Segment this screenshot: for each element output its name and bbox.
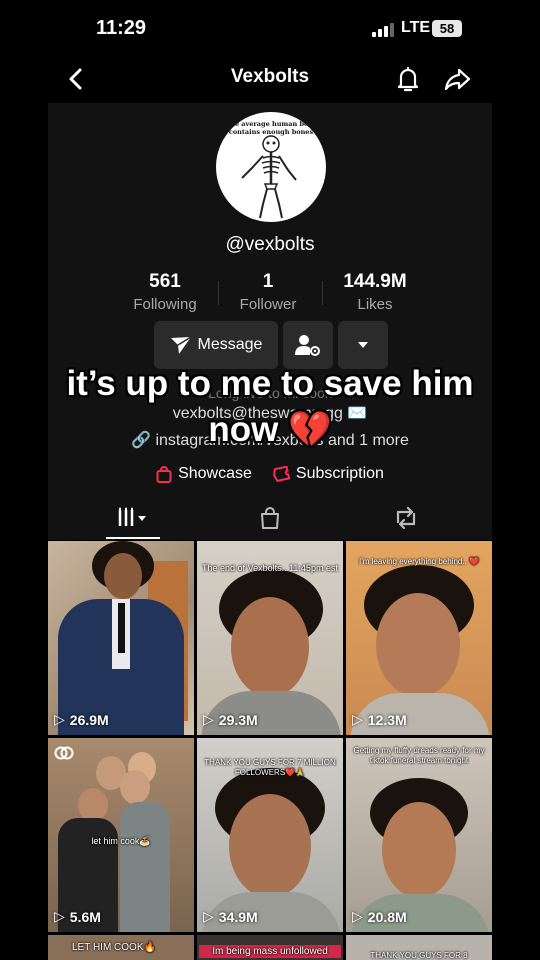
- play-icon: ▷: [54, 908, 65, 924]
- overlay-caption-line-2: now 💔: [208, 410, 332, 449]
- tab-active-indicator: [106, 537, 160, 539]
- overlay-caption-line-1: it’s up to me to save him: [66, 364, 474, 403]
- tie-graphic: [118, 603, 125, 653]
- video-thumbnail[interactable]: let him cook🍝 ▷ 5.6M: [48, 738, 194, 932]
- video-caption: LET HIM COOK🔥: [72, 942, 156, 953]
- stat-following[interactable]: 561 Following: [105, 271, 225, 313]
- view-count: ▷ 12.3M: [352, 711, 407, 728]
- video-caption: THANK YOU GUYS FOR 8: [370, 951, 468, 960]
- signal-icon: [372, 23, 394, 37]
- person-settings-icon: [295, 335, 320, 356]
- stat-likes[interactable]: 144.9M Likes: [315, 271, 435, 313]
- play-icon: ▷: [54, 711, 65, 727]
- video-grid: ▷ 26.9M The end of Vexbolts.. 11:45pm est…: [48, 541, 492, 960]
- profile-tabs: [48, 501, 492, 540]
- status-time: 11:29: [96, 17, 147, 39]
- showcase-label: Showcase: [178, 465, 252, 482]
- repost-badge-icon: [54, 746, 74, 765]
- video-caption: The end of Vexbolts.. 11:45pm est: [202, 563, 338, 573]
- face-graphic: [104, 553, 142, 599]
- bell-icon[interactable]: [394, 64, 422, 94]
- video-thumbnail[interactable]: Im being mass unfollowed: [197, 935, 343, 960]
- subscription-label: Subscription: [295, 465, 384, 482]
- shopping-bag-icon: [156, 465, 172, 483]
- grid-icon: [118, 507, 146, 526]
- face-graphic: [229, 794, 311, 898]
- shopping-bag-icon: [261, 507, 279, 529]
- stat-label: Likes: [357, 296, 393, 313]
- ticket-icon: [273, 465, 290, 482]
- message-button[interactable]: Message: [154, 321, 278, 369]
- share-icon[interactable]: [443, 64, 473, 94]
- video-thumbnail[interactable]: The end of Vexbolts.. 11:45pm est ▷ 29.3M: [197, 541, 343, 735]
- subscription-link[interactable]: Subscription: [272, 462, 384, 486]
- video-thumbnail[interactable]: ▷ 26.9M: [48, 541, 194, 735]
- video-thumbnail[interactable]: THANK YOU GUYS FOR 8: [346, 935, 492, 960]
- video-caption: Im being mass unfollowed: [199, 945, 341, 958]
- tab-videos[interactable]: [113, 504, 153, 532]
- stat-label: Following: [133, 296, 197, 313]
- network-type: LTE: [401, 19, 431, 36]
- showcase-link[interactable]: Showcase: [156, 462, 252, 486]
- stat-value: 561: [149, 271, 181, 292]
- video-caption: THANK YOU GUYS FOR 7 MILLION FOLLOWERS❤️…: [204, 758, 336, 777]
- tab-reposts[interactable]: [386, 504, 426, 532]
- video-thumbnail[interactable]: I'm leaving everything behind.. ❤️ ▷ 12.3…: [346, 541, 492, 735]
- face-graphic: [120, 770, 150, 804]
- status-bar: 11:29 LTE 58: [0, 0, 540, 58]
- message-label: Message: [197, 336, 263, 353]
- view-count: ▷ 5.6M: [54, 908, 101, 925]
- repost-icon: [396, 506, 416, 530]
- video-caption: I'm leaving everything behind.. ❤️: [359, 557, 479, 566]
- caret-down-icon: [358, 342, 368, 348]
- stat-followers[interactable]: 1 Follower: [208, 271, 328, 313]
- battery-icon: 58: [432, 20, 462, 37]
- avatar[interactable]: The average human body contains enough b…: [216, 112, 326, 222]
- video-thumbnail[interactable]: Getting my fluffy dreads ready for my ti…: [346, 738, 492, 932]
- view-count: ▷ 34.9M: [203, 908, 258, 925]
- face-graphic: [376, 593, 460, 697]
- play-icon: ▷: [203, 908, 214, 924]
- send-icon: [170, 336, 191, 354]
- more-dropdown-button[interactable]: [338, 321, 388, 369]
- profile-links-row: Showcase Subscription: [48, 462, 492, 486]
- stat-value: 1: [262, 271, 274, 292]
- face-graphic: [382, 802, 456, 898]
- play-icon: ▷: [352, 711, 363, 727]
- skeleton-image: [241, 135, 297, 219]
- face-graphic: [78, 788, 108, 822]
- face-graphic: [231, 597, 309, 697]
- video-thumbnail[interactable]: THANK YOU GUYS FOR 7 MILLION FOLLOWERS❤️…: [197, 738, 343, 932]
- video-caption: Getting my fluffy dreads ready for my ti…: [353, 746, 485, 765]
- view-count: ▷ 20.8M: [352, 908, 407, 925]
- play-icon: ▷: [203, 711, 214, 727]
- profile-panel: The average human body contains enough b…: [48, 103, 492, 540]
- view-count: ▷ 29.3M: [203, 711, 258, 728]
- person-graphic: [120, 802, 170, 932]
- view-count: ▷ 26.9M: [54, 711, 109, 728]
- nav-bar: Vexbolts: [0, 58, 540, 100]
- profile-stats: 561 Following 1 Follower 144.9M Likes: [48, 271, 492, 315]
- play-icon: ▷: [352, 908, 363, 924]
- add-friend-button[interactable]: [283, 321, 333, 369]
- profile-handle: @vexbolts: [225, 234, 315, 255]
- video-thumbnail[interactable]: LET HIM COOK🔥: [48, 935, 194, 960]
- tab-shop[interactable]: [250, 504, 290, 532]
- stat-value: 144.9M: [343, 271, 407, 292]
- stat-label: Follower: [239, 296, 297, 313]
- video-caption: let him cook🍝: [91, 836, 151, 846]
